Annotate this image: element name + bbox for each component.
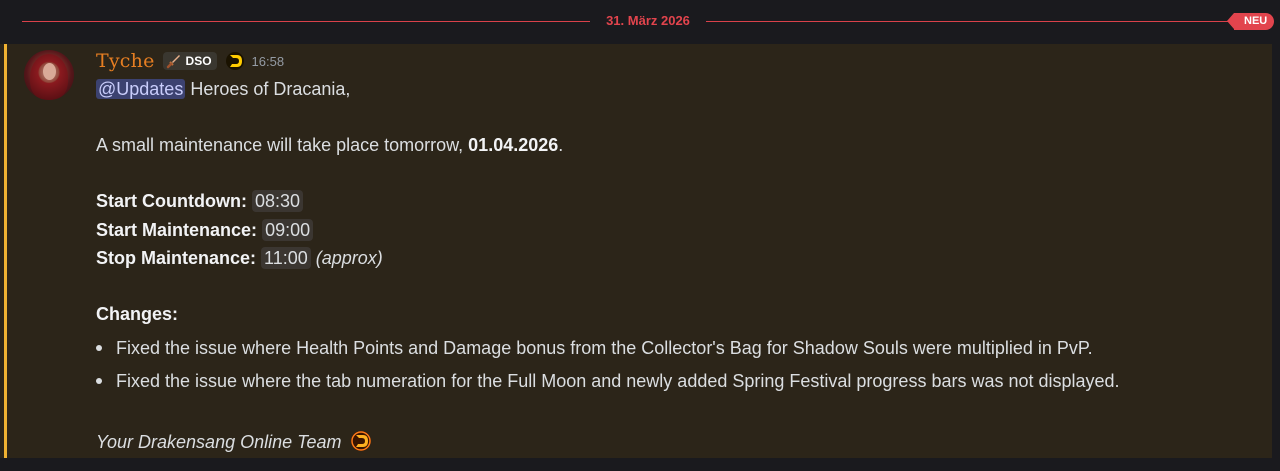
mention-highlight-bar — [4, 44, 7, 458]
intro-text: A small maintenance will take place tomo… — [96, 135, 469, 155]
author-name[interactable]: Tyche — [96, 50, 155, 72]
schedule-line-start: Start Maintenance: 09:00 — [96, 216, 314, 244]
message[interactable]: Tyche DSO 16:58 @Updates Heroes of Draca… — [0, 44, 1272, 458]
schedule-label: Stop Maintenance: — [96, 248, 257, 268]
guild-tag-label: DSO — [185, 54, 212, 68]
schedule-time: 08:30 — [252, 190, 304, 212]
drakensang-icon — [225, 52, 244, 70]
bullet-icon — [96, 378, 102, 384]
schedule-line-stop: Stop Maintenance: 11:00 (approx) — [96, 244, 383, 272]
divider-date: 31. März 2026 — [606, 13, 690, 28]
greeting-line: @Updates Heroes of Dracania, — [96, 75, 350, 103]
message-header: Tyche DSO 16:58 — [96, 48, 284, 74]
divider-line-right — [706, 21, 1236, 22]
signature-text: Your Drakensang Online Team — [96, 432, 342, 452]
new-badge: NEU — [1226, 13, 1275, 30]
schedule-time: 09:00 — [262, 219, 314, 241]
drakensang-emoji-icon[interactable] — [350, 430, 372, 452]
intro-end: . — [558, 135, 564, 155]
schedule-note: (approx) — [315, 248, 383, 268]
schedule-line-countdown: Start Countdown: 08:30 — [96, 187, 304, 215]
sword-icon — [166, 55, 180, 69]
schedule-label: Start Countdown: — [96, 191, 247, 211]
intro-line: A small maintenance will take place tomo… — [96, 131, 563, 159]
change-item: Fixed the issue where Health Points and … — [116, 338, 1093, 358]
guild-tag[interactable]: DSO — [162, 52, 217, 70]
greeting-text: Heroes of Dracania, — [185, 79, 351, 99]
divider-line-left — [22, 21, 590, 22]
role-mention[interactable]: @Updates — [96, 79, 186, 99]
timestamp: 16:58 — [251, 53, 285, 69]
changes-heading: Changes: — [96, 304, 179, 324]
intro-date: 01.04.2026 — [468, 135, 559, 155]
signature-line: Your Drakensang Online Team — [96, 428, 372, 456]
change-item: Fixed the issue where the tab numeration… — [116, 371, 1120, 391]
avatar[interactable] — [24, 50, 74, 100]
schedule-time: 11:00 — [261, 247, 311, 269]
bullet-icon — [96, 345, 102, 351]
new-messages-divider: 31. März 2026 NEU — [0, 0, 1280, 44]
schedule-label: Start Maintenance: — [96, 220, 258, 240]
footer-strip — [0, 458, 1280, 471]
